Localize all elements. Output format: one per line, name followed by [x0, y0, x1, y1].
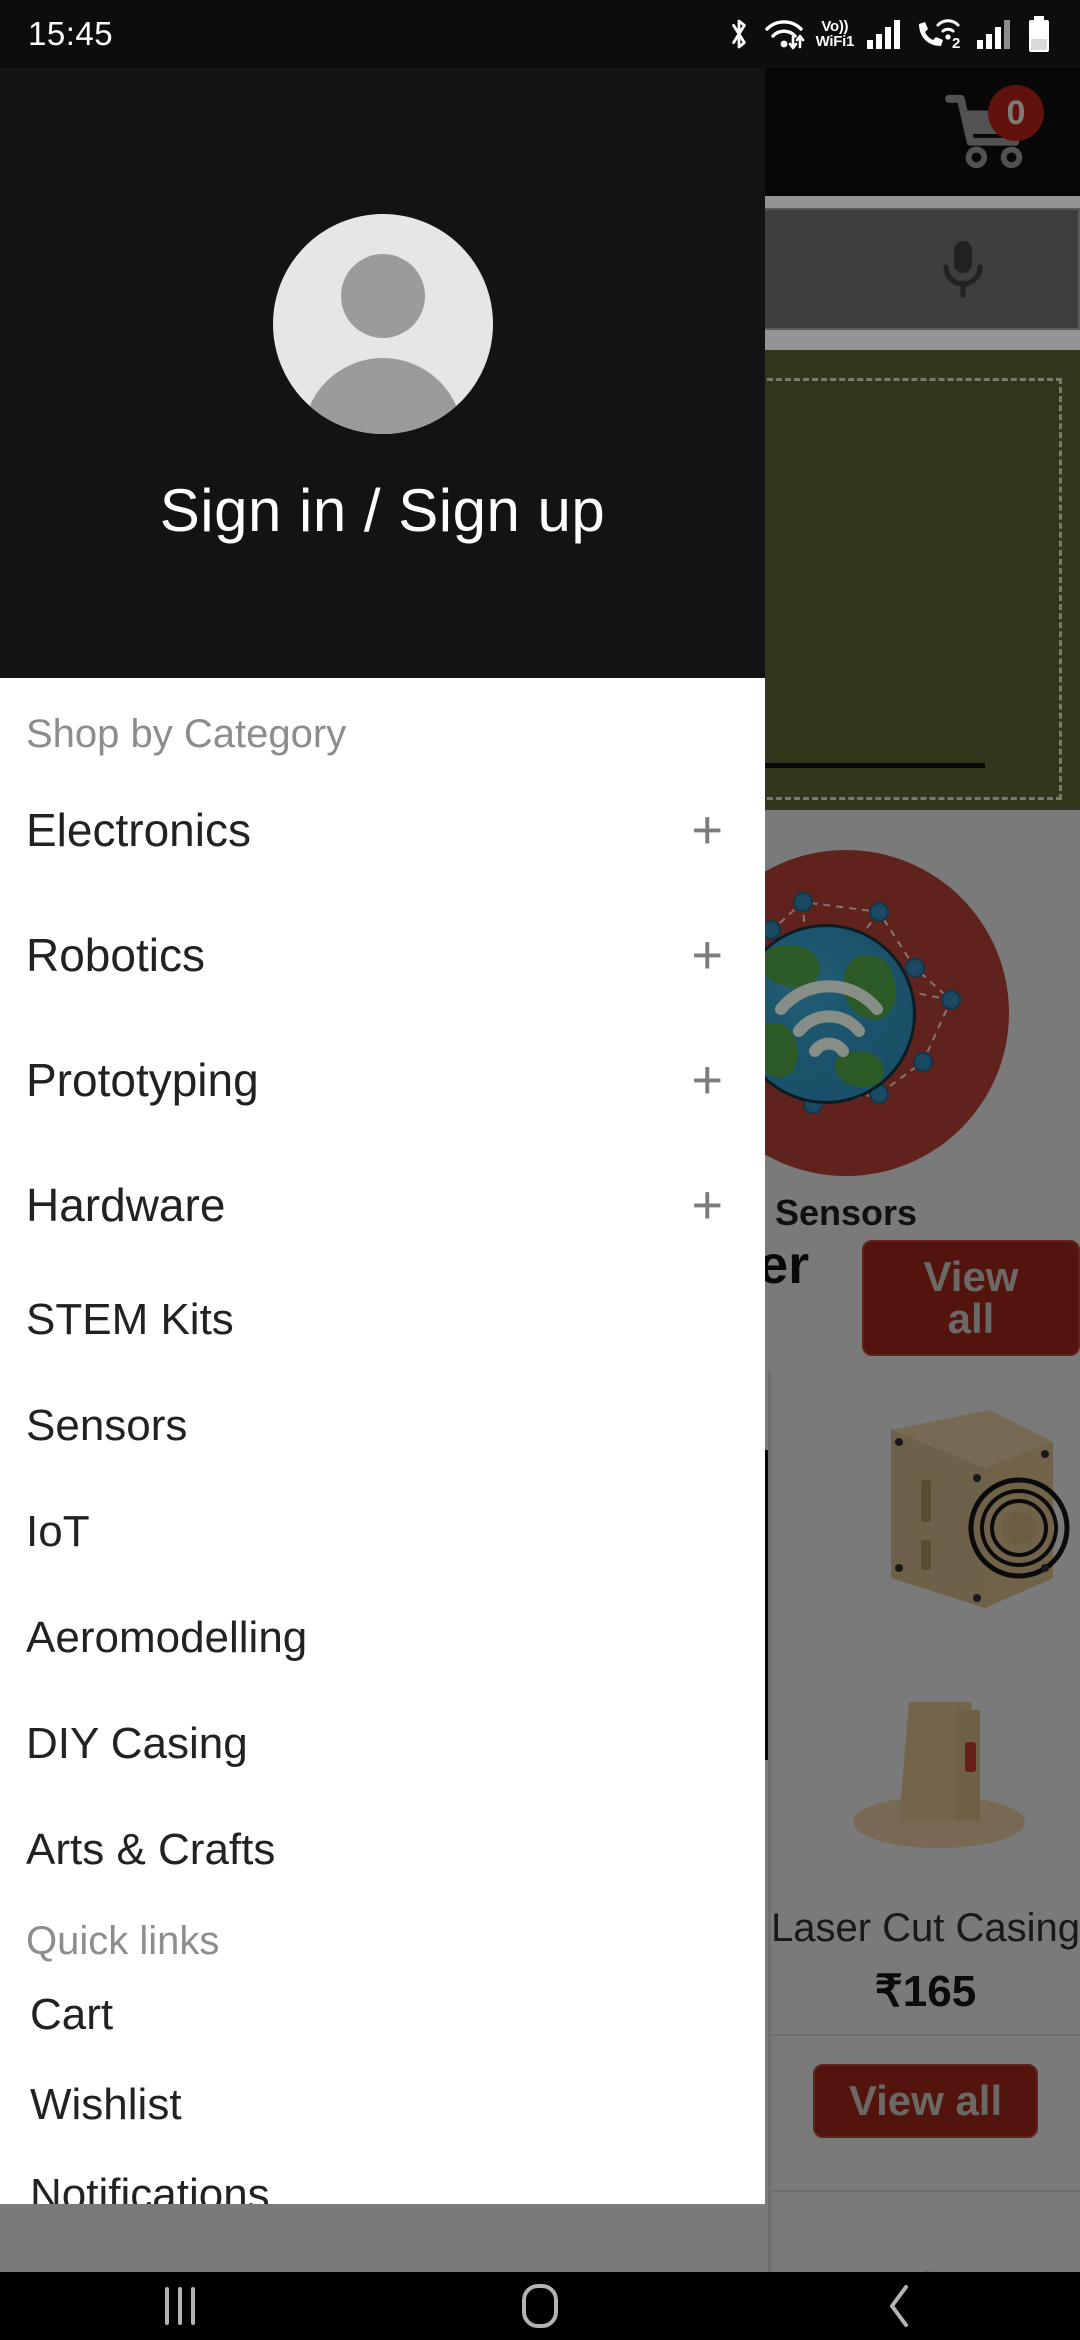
category-label: DIY Casing [26, 1719, 248, 1768]
signal-2-icon [975, 18, 1015, 50]
drawer-item-wishlist[interactable]: Wishlist [0, 2060, 765, 2150]
user-avatar-icon[interactable] [272, 213, 493, 434]
shop-by-category-header: Shop by Category [26, 712, 347, 756]
avatar-head-shape [340, 253, 425, 338]
volte-label: Vo)) [821, 18, 849, 35]
home-icon [522, 2284, 558, 2328]
sign-in-sign-up-label[interactable]: Sign in / Sign up [160, 476, 605, 545]
drawer-item-arts-crafts[interactable]: Arts & Crafts [0, 1797, 765, 1903]
quick-link-label: Notifications [30, 2170, 270, 2204]
drawer-item-robotics[interactable]: Robotics + [0, 892, 765, 1017]
drawer-item-electronics[interactable]: Electronics + [0, 767, 765, 892]
system-navigation-bar [0, 2272, 1080, 2340]
category-label: IoT [26, 1507, 90, 1556]
svg-text:2: 2 [952, 35, 960, 51]
recent-apps-button[interactable] [80, 2272, 280, 2340]
back-chevron-icon [885, 2283, 915, 2329]
avatar-body-shape [302, 357, 463, 434]
drawer-item-notifications[interactable]: Notifications [0, 2150, 765, 2204]
wifi-icon [763, 17, 805, 51]
category-label: Prototyping [26, 1053, 259, 1106]
category-label: Robotics [26, 928, 205, 981]
drawer-item-cart[interactable]: Cart [0, 1970, 765, 2060]
navigation-drawer: Sign in / Sign up Shop by Category Elect… [0, 68, 765, 2204]
battery-icon [1026, 15, 1052, 53]
category-label: Electronics [26, 803, 251, 856]
plus-icon[interactable]: + [691, 928, 723, 982]
category-label: STEM Kits [26, 1295, 234, 1344]
drawer-account-header[interactable]: Sign in / Sign up [0, 68, 765, 678]
drawer-item-hardware[interactable]: Hardware + [0, 1142, 765, 1267]
quick-link-label: Wishlist [30, 2080, 182, 2129]
drawer-item-sensors[interactable]: Sensors [0, 1373, 765, 1479]
wifi1-label: WiFi1 [815, 33, 855, 50]
quick-link-label: Cart [30, 1990, 114, 2039]
category-label: Sensors [26, 1401, 188, 1450]
wifi-calling-2-icon: 2 [916, 17, 964, 51]
status-bar: 15:45 Vo)) WiFi1 2 [0, 0, 1080, 68]
recent-apps-icon [165, 2287, 195, 2325]
status-clock: 15:45 [28, 15, 114, 52]
back-button[interactable] [800, 2272, 1000, 2340]
drawer-item-aeromodelling[interactable]: Aeromodelling [0, 1585, 765, 1691]
plus-icon[interactable]: + [691, 803, 723, 857]
plus-icon[interactable]: + [691, 1053, 723, 1107]
category-label: Arts & Crafts [26, 1825, 276, 1874]
status-icons-group: Vo)) WiFi1 2 [726, 15, 1052, 53]
signal-1-icon [865, 18, 905, 50]
drawer-item-stem-kits[interactable]: STEM Kits [0, 1267, 765, 1373]
plus-icon[interactable]: + [691, 1178, 723, 1232]
quick-links-header: Quick links [26, 1919, 220, 1963]
bluetooth-icon [726, 16, 752, 52]
drawer-menu-body: Shop by Category Electronics + Robotics … [0, 678, 765, 2204]
drawer-item-prototyping[interactable]: Prototyping + [0, 1017, 765, 1142]
home-button[interactable] [440, 2272, 640, 2340]
category-label: Hardware [26, 1178, 226, 1231]
volte-wifi1-icon: Vo)) WiFi1 [815, 18, 855, 50]
phone-screen: 15:45 Vo)) WiFi1 2 0 Sensors View all La… [0, 0, 1080, 2340]
category-label: Aeromodelling [26, 1613, 308, 1662]
drawer-item-diy-casing[interactable]: DIY Casing [0, 1691, 765, 1797]
drawer-item-iot[interactable]: IoT [0, 1479, 765, 1585]
